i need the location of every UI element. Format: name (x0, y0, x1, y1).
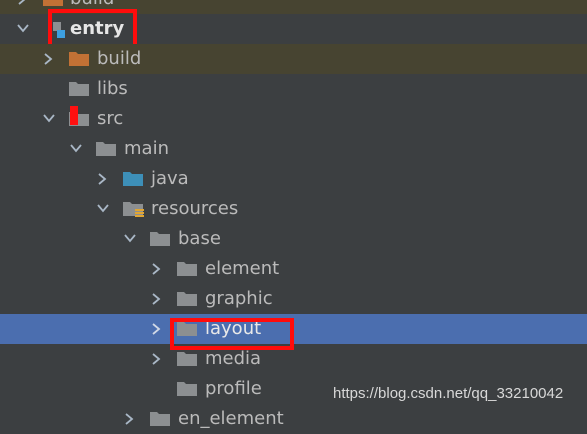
tree-row-main[interactable]: main (0, 134, 587, 164)
folder-icon (68, 79, 90, 97)
tree-label-src: src (97, 108, 124, 129)
chevron-right-icon[interactable] (148, 344, 166, 374)
folder-icon (176, 349, 198, 367)
folder-icon (176, 259, 198, 277)
tree-label-media: media (205, 348, 262, 369)
chevron-right-icon[interactable] (94, 164, 112, 194)
tree-row-libs[interactable]: libs (0, 74, 587, 104)
tree-label-graphic: graphic (205, 288, 273, 309)
orange-folder-icon (68, 49, 90, 67)
tree-label-resources: resources (151, 198, 239, 219)
tree-label-base: base (178, 228, 221, 249)
chevron-right-icon[interactable] (14, 0, 32, 14)
tree-row-java[interactable]: java (0, 164, 587, 194)
chevron-down-icon[interactable] (40, 104, 58, 134)
tree-row-element[interactable]: element (0, 254, 587, 284)
folder-icon (149, 229, 171, 247)
folder-icon (95, 139, 117, 157)
tree-label-en-element: en_element (178, 408, 284, 429)
folder-icon (176, 379, 198, 397)
tree-label-element: element (205, 258, 280, 279)
chevron-down-icon[interactable] (14, 14, 32, 44)
folder-icon (176, 289, 198, 307)
watermark-url: https://blog.csdn.net/qq_33210042 (333, 385, 564, 402)
orange-folder-icon (42, 0, 64, 7)
annotation-box-entry (48, 9, 137, 48)
tree-label-libs: libs (97, 78, 128, 99)
tree-row-en-element[interactable]: en_element (0, 404, 587, 434)
tree-row-build[interactable]: build (0, 44, 587, 74)
chevron-right-icon[interactable] (148, 254, 166, 284)
chevron-down-icon[interactable] (94, 194, 112, 224)
tree-label-profile: profile (205, 378, 262, 399)
tree-row-resources[interactable]: resources (0, 194, 587, 224)
tree-row-base[interactable]: base (0, 224, 587, 254)
tree-row-graphic[interactable]: graphic (0, 284, 587, 314)
folder-icon (149, 409, 171, 427)
chevron-right-icon[interactable] (148, 284, 166, 314)
chevron-down-icon[interactable] (67, 134, 85, 164)
tree-label-main: main (124, 138, 169, 159)
chevron-right-icon[interactable] (40, 44, 58, 74)
chevron-right-icon[interactable] (148, 314, 166, 344)
resources-folder-icon (122, 199, 144, 217)
tree-label-build: build (97, 48, 142, 69)
tree-label-java: java (151, 168, 189, 189)
tree-row-media[interactable]: media (0, 344, 587, 374)
blue-folder-icon (122, 169, 144, 187)
chevron-down-icon[interactable] (121, 224, 139, 254)
chevron-right-icon[interactable] (121, 404, 139, 434)
annotation-mark-src (70, 106, 78, 125)
tree-row-src[interactable]: src (0, 104, 587, 134)
